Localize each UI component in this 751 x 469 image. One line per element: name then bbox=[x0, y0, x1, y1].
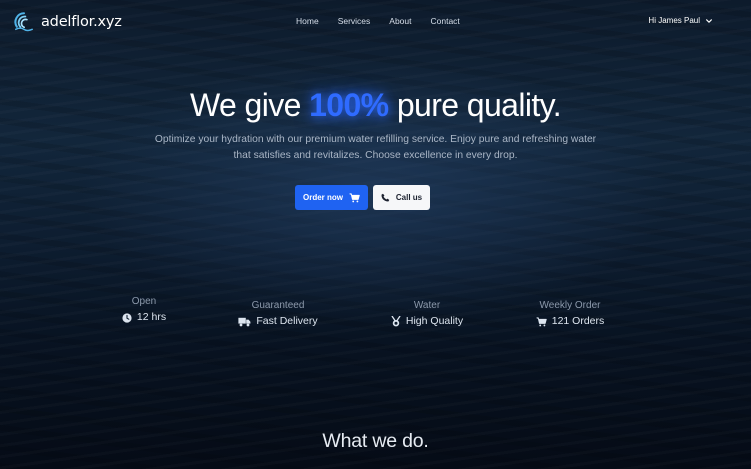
wave-logo-icon bbox=[14, 12, 33, 32]
user-menu[interactable]: Hi James Paul bbox=[648, 15, 713, 27]
stat-guaranteed: Guaranteed Fast Delivery bbox=[203, 299, 353, 328]
stat-weekly-order: Weekly Order 121 Orders bbox=[495, 299, 645, 328]
clock-icon bbox=[122, 312, 132, 323]
stats-bar: Open 12 hrs Guaranteed Fast Delivery Wat… bbox=[0, 292, 751, 332]
nav-link-services[interactable]: Services bbox=[338, 15, 371, 27]
stat-label: Weekly Order bbox=[539, 300, 601, 311]
stat-label: Water bbox=[413, 300, 441, 311]
stat-value-row: 121 Orders bbox=[495, 315, 645, 328]
hero-subtitle: Optimize your hydration with our premium… bbox=[154, 134, 597, 161]
section-title-what-we-do: What we do. bbox=[322, 430, 429, 452]
stat-label: Open bbox=[131, 296, 157, 307]
cart-icon bbox=[349, 192, 360, 202]
stat-value-row: 12 hrs bbox=[69, 311, 219, 324]
nav-links: Home Services About Contact bbox=[296, 15, 479, 27]
stat-value: 121 Orders bbox=[551, 315, 605, 327]
navbar: adelflor.xyz Home Services About Contact… bbox=[0, 0, 751, 44]
brand-name: adelflor.xyz bbox=[41, 14, 122, 30]
call-us-button[interactable]: Call us bbox=[373, 185, 430, 210]
user-greeting: Hi James Paul bbox=[648, 16, 700, 25]
stat-value-row: High Quality bbox=[352, 315, 502, 328]
hero-title-end: pure quality. bbox=[388, 87, 562, 123]
nav-link-about[interactable]: About bbox=[389, 15, 411, 27]
stat-water: Water High Quality bbox=[352, 299, 502, 328]
stat-value: Fast Delivery bbox=[256, 315, 318, 327]
nav-link-home[interactable]: Home bbox=[296, 15, 319, 27]
hero-title-start: We give bbox=[189, 87, 310, 123]
order-now-button[interactable]: Order now bbox=[295, 185, 368, 210]
order-now-label: Order now bbox=[302, 193, 343, 202]
chevron-down-icon bbox=[706, 19, 712, 23]
call-us-label: Call us bbox=[395, 193, 423, 202]
stat-value: High Quality bbox=[405, 315, 464, 327]
hero-title: We give 100% pure quality. bbox=[0, 84, 751, 126]
brand[interactable]: adelflor.xyz bbox=[13, 10, 122, 34]
nav-link-contact[interactable]: Contact bbox=[431, 15, 460, 27]
stat-value: 12 hrs bbox=[136, 311, 167, 323]
phone-icon bbox=[381, 193, 390, 202]
stat-open: Open 12 hrs bbox=[69, 295, 219, 324]
medal-icon bbox=[391, 316, 401, 327]
truck-icon bbox=[238, 317, 251, 326]
hero-title-accent: 100% bbox=[309, 87, 389, 123]
cart-icon bbox=[536, 316, 547, 326]
stat-value-row: Fast Delivery bbox=[203, 315, 353, 328]
stat-label: Guaranteed bbox=[251, 300, 305, 311]
